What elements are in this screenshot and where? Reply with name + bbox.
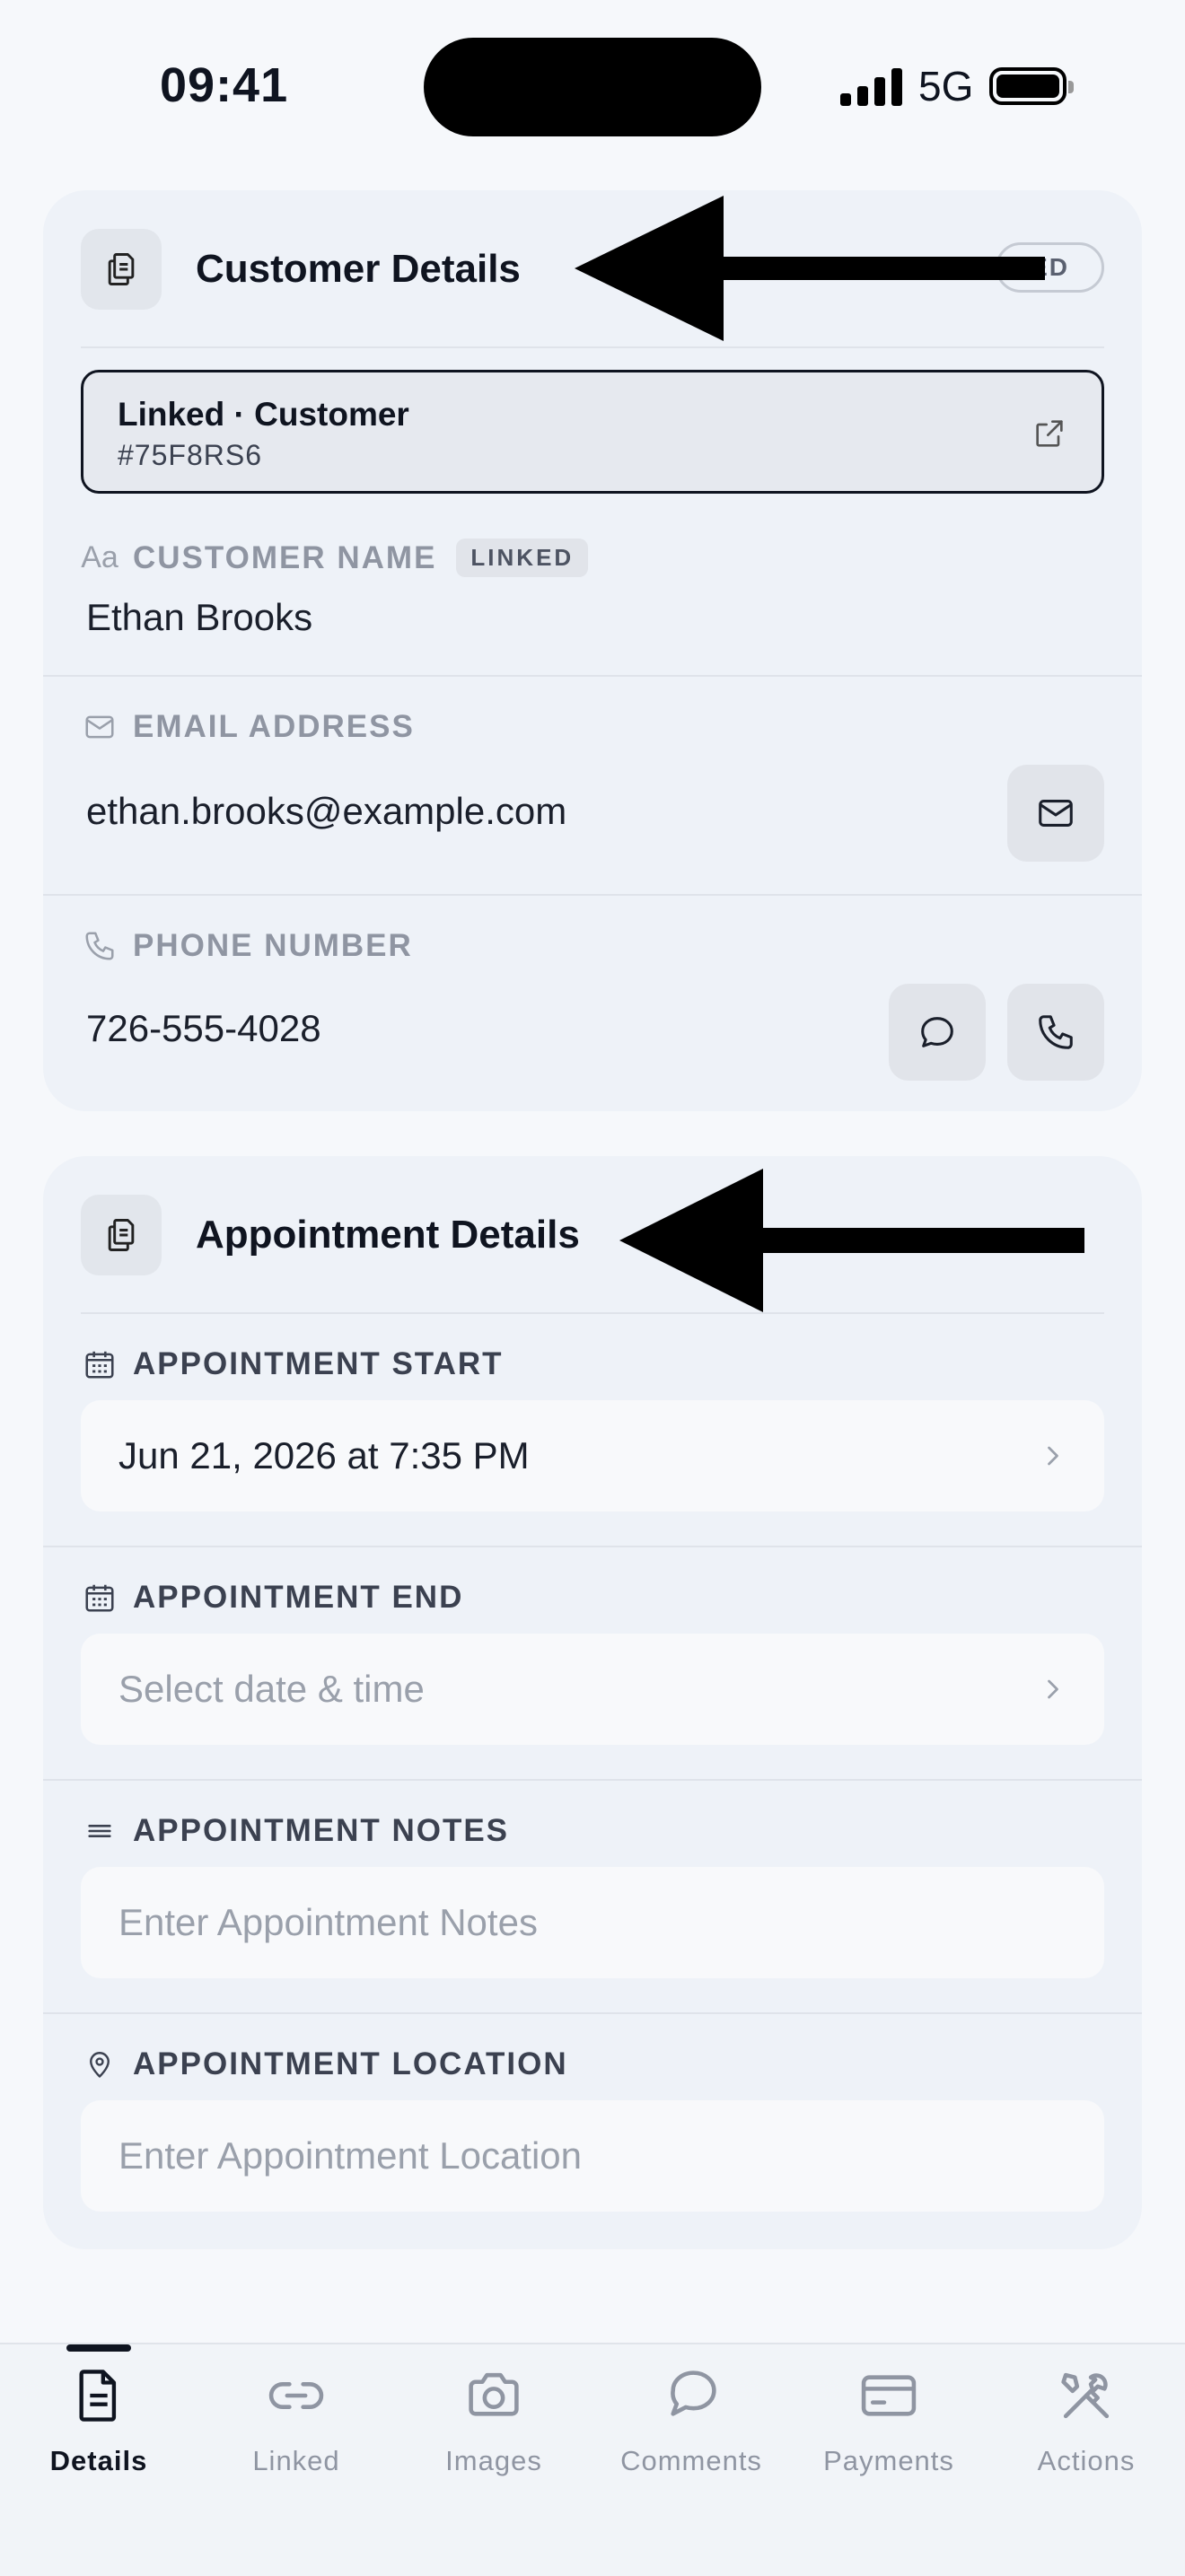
customer-name-label: Aa CUSTOMER NAME LINKED [81,539,589,577]
appointment-location-input[interactable]: Enter Appointment Location [81,2100,1104,2212]
credit-card-icon [790,2366,988,2425]
tab-label: Comments [620,2445,762,2476]
tab-label: Details [49,2445,148,2476]
appointment-details-card: Appointment Details APPOINTMENT START Ju… [43,1156,1142,2249]
divider [43,675,1142,677]
active-tab-indicator [66,2344,131,2352]
document-icon [0,2366,198,2425]
tools-icon [988,2366,1185,2425]
message-button[interactable] [889,984,986,1081]
divider [81,1312,1104,1314]
customer-details-header: Customer Details [81,228,521,311]
tab-label: Payments [823,2445,954,2476]
phone-value[interactable]: 726-555-4028 [86,1007,321,1050]
bottom-tab-bar: Details Linked Images Comments Payments … [0,2343,1185,2576]
appointment-end-picker[interactable]: Select date & time [81,1634,1104,1745]
linked-badge: LINKED [456,539,589,577]
tab-details[interactable]: Details [0,2344,198,2497]
signal-icon [840,66,902,106]
clipboard-icon [81,1195,162,1275]
appointment-start-label: APPOINTMENT START [81,1346,504,1382]
divider [81,346,1104,348]
divider [43,1546,1142,1547]
annotation-arrow-icon [619,1169,1084,1312]
network-type: 5G [918,63,974,110]
call-button[interactable] [1007,984,1104,1081]
clipboard-icon [81,229,162,310]
appointment-notes-placeholder: Enter Appointment Notes [118,1901,538,1943]
email-label: EMAIL ADDRESS [81,709,415,745]
tab-label: Actions [1037,2445,1136,2476]
customer-details-title: Customer Details [196,247,521,291]
phone-icon [81,929,118,963]
chevron-right-icon [1040,1673,1066,1710]
phone-icon [1039,1015,1073,1049]
appointment-end-label: APPOINTMENT END [81,1580,463,1616]
appointment-notes-label: APPOINTMENT NOTES [81,1813,509,1849]
customer-name-value: Ethan Brooks [86,596,313,638]
dynamic-island [424,38,761,136]
external-link-icon[interactable] [1031,416,1067,456]
calendar-icon [81,1581,118,1615]
appointment-location-label: APPOINTMENT LOCATION [81,2046,568,2082]
annotation-arrow-icon [575,196,1045,341]
lines-icon [81,1816,118,1846]
tab-payments[interactable]: Payments [790,2344,988,2497]
tab-images[interactable]: Images [395,2344,592,2497]
appointment-start-picker[interactable]: Jun 21, 2026 at 7:35 PM [81,1400,1104,1511]
phone-label: PHONE NUMBER [81,928,413,964]
chat-bubble-icon [921,1017,953,1047]
text-format-icon: Aa [81,540,118,574]
linked-customer-card[interactable]: Linked · Customer #75F8RS6 [81,370,1104,494]
location-pin-icon [81,2047,118,2081]
divider [43,894,1142,896]
chevron-right-icon [1040,1440,1066,1476]
chat-bubble-icon [592,2366,790,2425]
camera-icon [395,2366,592,2425]
mail-icon [81,710,118,744]
status-indicators: 5G [840,63,1075,110]
appointment-notes-input[interactable]: Enter Appointment Notes [81,1867,1104,1978]
status-time: 09:41 [160,58,289,112]
appointment-start-value: Jun 21, 2026 at 7:35 PM [118,1434,530,1476]
divider [43,2012,1142,2014]
tab-linked[interactable]: Linked [198,2344,395,2497]
appointment-details-header: Appointment Details [81,1194,580,1276]
tab-actions[interactable]: Actions [988,2344,1185,2497]
linked-customer-id: #75F8RS6 [118,439,262,471]
appointment-location-placeholder: Enter Appointment Location [118,2134,583,2177]
tab-comments[interactable]: Comments [592,2344,790,2497]
battery-icon [989,67,1075,105]
mail-icon [1039,800,1073,827]
send-email-button[interactable] [1007,765,1104,862]
appointment-end-placeholder: Select date & time [118,1668,425,1710]
tab-label: Images [445,2445,542,2476]
tab-label: Linked [252,2445,340,2476]
appointment-details-title: Appointment Details [196,1213,580,1257]
linked-customer-title: Linked · Customer [118,396,409,433]
email-value[interactable]: ethan.brooks@example.com [86,790,566,833]
divider [43,1779,1142,1781]
link-icon [198,2366,395,2425]
calendar-icon [81,1347,118,1381]
